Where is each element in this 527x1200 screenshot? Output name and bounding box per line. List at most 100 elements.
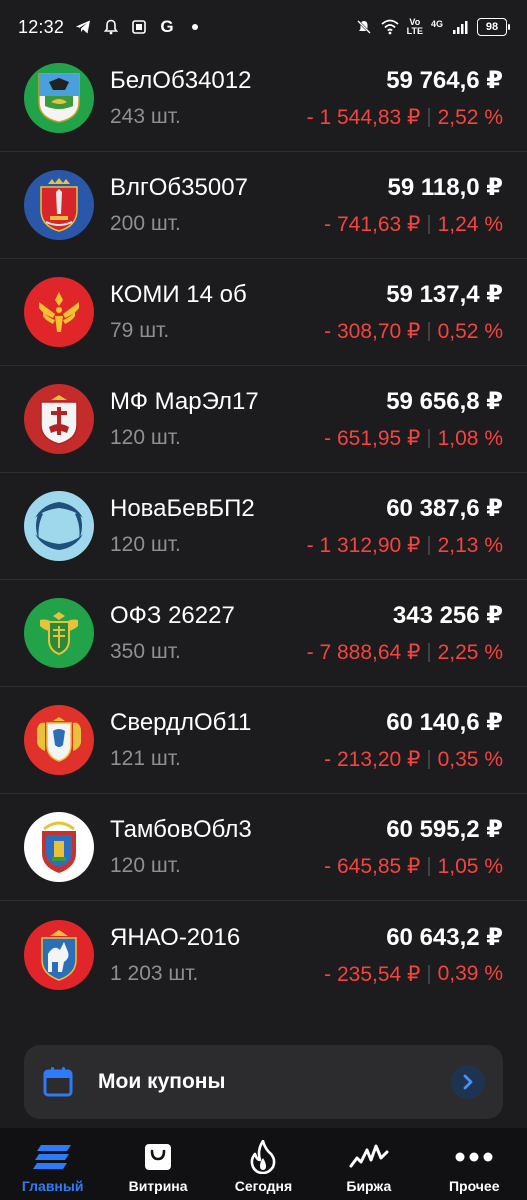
bond-change: - 1 544,83 ₽ | 2,52 %	[306, 105, 503, 130]
bond-change: - 1 312,90 ₽ | 2,13 %	[306, 533, 503, 558]
bond-name: ЯНАО-2016	[110, 923, 241, 951]
telegram-icon	[74, 18, 92, 36]
bond-price: 60 595,2 ₽	[386, 816, 503, 843]
bond-change-amount: - 645,85 ₽	[324, 855, 421, 878]
battery-icon: 98	[477, 18, 510, 36]
bond-quantity: 350 шт.	[110, 640, 181, 663]
bond-price: 60 140,6 ₽	[386, 709, 503, 736]
tambov-coat-of-arms-icon	[24, 812, 94, 882]
mute-icon	[355, 18, 373, 36]
bell-icon	[102, 18, 120, 36]
nav-label: Сегодня	[234, 1178, 293, 1194]
bond-change-percent: 0,35 %	[437, 747, 503, 771]
bond-change: - 651,95 ₽ | 1,08 %	[324, 426, 503, 451]
bond-price: 59 137,4 ₽	[386, 281, 503, 308]
ministry-coat-of-arms-icon	[24, 598, 94, 668]
calendar-icon	[42, 1066, 74, 1098]
novabev-logo-icon	[24, 491, 94, 561]
screenshot-icon	[130, 18, 148, 36]
belgorod-coat-of-arms-icon	[24, 63, 94, 133]
bond-change: - 645,85 ₽ | 1,05 %	[324, 854, 503, 879]
bond-quantity: 1 203 шт.	[110, 961, 199, 985]
nav-label: Главный	[21, 1178, 84, 1194]
bond-change-percent: 2,13 %	[437, 533, 503, 557]
bond-row[interactable]: МФ МарЭл17 120 шт. 59 656,8 ₽ - 651,95 ₽…	[0, 366, 527, 473]
bond-change-amount: - 308,70 ₽	[324, 320, 421, 343]
bond-change: - 741,63 ₽ | 1,24 %	[324, 212, 503, 237]
bond-row[interactable]: НоваБевБП2 120 шт. 60 387,6 ₽ - 1 312,90…	[0, 473, 527, 580]
nav-tab-showcase[interactable]: Витрина	[106, 1140, 211, 1194]
bond-change-amount: - 7 888,64 ₽	[306, 641, 421, 664]
wifi-icon	[381, 18, 399, 36]
bond-name: ТамбовОбл3	[110, 816, 252, 843]
bond-change-amount: - 1 544,83 ₽	[306, 106, 421, 129]
nav-tab-exchange[interactable]: Биржа	[316, 1140, 421, 1194]
volte-indicator: Vo LTE	[406, 17, 423, 36]
bond-name: ОФЗ 26227	[110, 602, 235, 629]
bond-name: БелОб34012	[110, 67, 252, 94]
my-coupons-button[interactable]: Мои купоны	[24, 1045, 503, 1119]
komi-coat-of-arms-icon	[24, 277, 94, 347]
bond-change-percent: 2,52 %	[437, 105, 503, 129]
google-icon: G	[160, 17, 174, 36]
nav-tab-today[interactable]: Сегодня	[211, 1140, 316, 1194]
bottom-navigation: Главный Витрина Сегодня Биржа Прочее	[0, 1128, 527, 1200]
bond-quantity: 121 шт.	[110, 747, 181, 770]
bond-change-percent: 1,08 %	[437, 426, 503, 450]
bond-row[interactable]: КОМИ 14 об 79 шт. 59 137,4 ₽ - 308,70 ₽ …	[0, 259, 527, 366]
bond-quantity: 243 шт.	[110, 105, 181, 128]
yamal-coat-of-arms-icon	[24, 919, 94, 990]
bond-name: ВлгОб35007	[110, 174, 248, 201]
nav-tab-home[interactable]: Главный	[0, 1140, 105, 1194]
status-time: 12:32	[18, 16, 65, 37]
chevron-right-icon	[451, 1065, 485, 1099]
bond-change-amount: - 235,54 ₽	[324, 962, 421, 986]
bond-price: 59 118,0 ₽	[387, 174, 503, 201]
bond-price: 343 256 ₽	[392, 602, 503, 629]
nav-label: Витрина	[128, 1178, 188, 1194]
bond-row[interactable]: ТамбовОбл3 120 шт. 60 595,2 ₽ - 645,85 ₽…	[0, 794, 527, 901]
chart-line-icon	[349, 1140, 389, 1174]
signal-icon	[451, 18, 469, 36]
bond-change: - 235,54 ₽ | 0,39 %	[324, 962, 503, 986]
bond-change-percent: 1,24 %	[437, 212, 503, 236]
dot-icon	[186, 18, 204, 36]
bond-price: 59 764,6 ₽	[386, 67, 503, 94]
home-stripes-icon	[32, 1140, 73, 1174]
bond-row[interactable]: БелОб34012 243 шт. 59 764,6 ₽ - 1 544,83…	[0, 45, 527, 152]
bond-row[interactable]: ВлгОб35007 200 шт. 59 118,0 ₽ - 741,63 ₽…	[0, 152, 527, 259]
volgograd-coat-of-arms-icon	[24, 170, 94, 240]
bond-change: - 7 888,64 ₽ | 2,25 %	[306, 640, 503, 665]
bond-name: НоваБевБП2	[110, 495, 255, 522]
bond-name: СвердлОб11	[110, 709, 252, 736]
nav-label: Биржа	[346, 1178, 392, 1194]
bond-name: КОМИ 14 об	[110, 281, 247, 308]
shopping-bag-icon	[143, 1140, 173, 1174]
bond-row[interactable]: ЯНАО-2016 1 203 шт. 60 643,2 ₽ - 235,54 …	[0, 901, 527, 1008]
bond-name: МФ МарЭл17	[110, 388, 259, 415]
bond-change-percent: 0,39 %	[437, 962, 503, 985]
bond-quantity: 79 шт.	[110, 319, 170, 342]
bond-list: БелОб34012 243 шт. 59 764,6 ₽ - 1 544,83…	[0, 45, 527, 1008]
bond-quantity: 120 шт.	[110, 533, 181, 556]
bond-price: 59 656,8 ₽	[386, 388, 503, 415]
bond-quantity: 120 шт.	[110, 426, 181, 449]
bond-change-amount: - 651,95 ₽	[324, 427, 421, 450]
bond-quantity: 120 шт.	[110, 854, 181, 877]
bond-price: 60 643,2 ₽	[386, 923, 503, 951]
nav-label: Прочее	[448, 1178, 500, 1194]
flame-icon	[249, 1140, 277, 1174]
bond-change-percent: 2,25 %	[437, 640, 503, 664]
bond-change-amount: - 213,20 ₽	[324, 748, 421, 771]
my-coupons-label: Мои купоны	[98, 1070, 226, 1093]
bond-price: 60 387,6 ₽	[386, 495, 503, 522]
nav-tab-more[interactable]: Прочее	[422, 1140, 527, 1194]
mari-el-coat-of-arms-icon	[24, 384, 94, 454]
bond-row[interactable]: ОФЗ 26227 350 шт. 343 256 ₽ - 7 888,64 ₽…	[0, 580, 527, 687]
bond-change-percent: 1,05 %	[437, 854, 503, 878]
bond-quantity: 200 шт.	[110, 212, 181, 235]
bond-change-amount: - 741,63 ₽	[324, 213, 421, 236]
bond-change: - 213,20 ₽ | 0,35 %	[324, 747, 503, 772]
network-type: 4G	[430, 19, 443, 29]
bond-row[interactable]: СвердлОб11 121 шт. 60 140,6 ₽ - 213,20 ₽…	[0, 687, 527, 794]
